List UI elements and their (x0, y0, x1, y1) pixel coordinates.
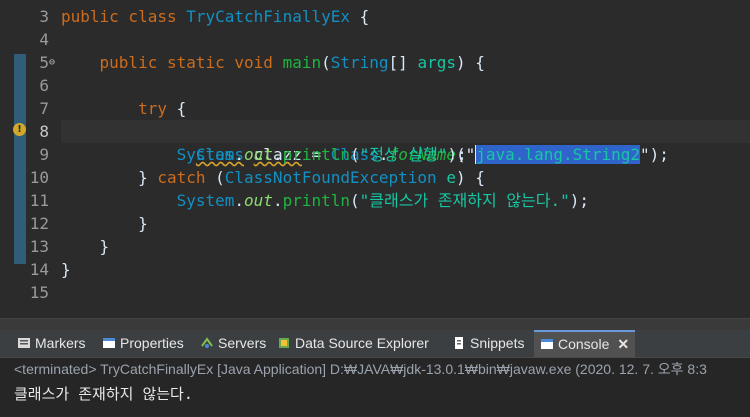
close-icon[interactable]: ✕ (617, 336, 629, 352)
tab-console[interactable]: Console ✕ (534, 330, 636, 357)
plain-token: . (234, 145, 245, 164)
plain-token: . (234, 191, 245, 210)
code-editor[interactable]: ! 3 4 5 6 7 8 9 10 11 12 13 14 15 ⊖ Class clazz = Cl… (0, 0, 750, 318)
plain-token: . (272, 145, 283, 164)
tab-properties[interactable]: Properties (102, 330, 184, 357)
kw-token: public static void (99, 53, 283, 72)
line-number: 8 (39, 122, 49, 141)
line-number: 12 (29, 214, 49, 233)
code-area[interactable]: Class clazz = Class.forName("java.lang.S… (61, 0, 750, 318)
plain-token: . (272, 191, 283, 210)
line-number: 6 (39, 76, 49, 95)
plain-token: ( (321, 53, 331, 72)
line-number: 13 (29, 237, 49, 256)
plain-token: } (61, 168, 158, 187)
code-line-12[interactable]: } (61, 212, 148, 235)
plain-token: ); (447, 145, 467, 164)
tab-label: Markers (35, 335, 86, 351)
ty-token: ClassNotFoundException (224, 168, 437, 187)
data-source-icon (277, 332, 291, 348)
code-line-5[interactable]: public static void main(String[] args) { (61, 51, 485, 74)
st-token: "정상 실행" (359, 145, 448, 164)
ty-token: System (176, 191, 235, 210)
tab-label: Servers (218, 335, 267, 351)
fold-collapse-icon[interactable]: ⊖ (49, 51, 55, 74)
properties-icon (102, 332, 116, 348)
fn-token: main (282, 53, 322, 72)
plain-token: } (61, 237, 110, 256)
plain-token: ( (205, 168, 225, 187)
console-view[interactable]: <terminated> TryCatchFinallyEx [Java App… (0, 358, 750, 417)
code-line-9[interactable]: System.out.println("정상 실행"); (61, 143, 467, 166)
code-line-14[interactable]: } (61, 258, 71, 281)
snippets-icon (452, 332, 466, 349)
console-status: <terminated> TryCatchFinallyEx [Java App… (14, 361, 707, 377)
tab-servers[interactable]: Servers (200, 330, 266, 357)
line-number: 3 (39, 7, 49, 26)
plain-token: ); (569, 191, 590, 210)
code-line-10[interactable]: } catch (ClassNotFoundException e) { (61, 166, 485, 189)
kw-token: try (138, 99, 167, 118)
string-close: "); (640, 145, 669, 164)
plain-token: ) { (455, 168, 485, 187)
code-line-3[interactable]: public class TryCatchFinallyEx { (61, 5, 369, 28)
line-number: 9 (39, 145, 49, 164)
tab-data-source-explorer[interactable]: Data Source Explorer (277, 330, 429, 357)
overview-ruler (0, 0, 13, 318)
line-number: 4 (39, 30, 49, 49)
ty-token: System (176, 145, 235, 164)
tab-markers[interactable]: Markers (17, 330, 86, 357)
plain-token: { (359, 7, 370, 26)
line-number: 7 (39, 99, 49, 118)
plain-token: [] (388, 53, 418, 72)
plain-token: ( (350, 191, 360, 210)
line-number: 15 (29, 283, 49, 302)
tab-label: Properties (120, 335, 184, 351)
code-line-8[interactable]: Class clazz = Class.forName("java.lang.S… (61, 120, 669, 164)
plain-token: ) { (455, 53, 485, 72)
st-token: args (417, 53, 456, 72)
selected-text[interactable]: java.lang.String2 (475, 145, 641, 164)
fn-token: println (282, 145, 351, 164)
st-token: "클래스가 존재하지 않는다." (359, 191, 570, 210)
line-number-gutter: 3 4 5 6 7 8 9 10 11 12 13 14 15 (13, 0, 59, 318)
plain-token: } (61, 214, 148, 233)
plain-token: { (166, 99, 187, 118)
console-icon (540, 334, 554, 349)
st-token: e (446, 168, 456, 187)
tab-label: Console (558, 336, 610, 352)
tab-snippets[interactable]: Snippets (452, 330, 524, 357)
line-number: 10 (29, 168, 49, 187)
code-line-11[interactable]: System.out.println("클래스가 존재하지 않는다."); (61, 189, 589, 212)
code-line-7[interactable]: try { (61, 97, 186, 120)
code-line-13[interactable]: } (61, 235, 110, 258)
fn-token: println (282, 191, 351, 210)
servers-icon (200, 332, 214, 348)
console-output: 클래스가 존재하지 않는다. (14, 385, 193, 403)
bottom-panel-tabs: Markers Properties Servers Data Source Expl… (0, 330, 750, 358)
ty-token: String (330, 53, 389, 72)
line-number: 11 (29, 191, 49, 210)
line-number: 14 (29, 260, 49, 279)
plain-token: ( (350, 145, 360, 164)
plain-token: } (61, 260, 71, 279)
field-token: out (244, 191, 273, 210)
ty-token: TryCatchFinallyEx (186, 7, 350, 26)
tab-label: Data Source Explorer (295, 335, 429, 351)
field-token: out (244, 145, 273, 164)
kw-token: public class (61, 7, 187, 26)
markers-icon (17, 332, 31, 348)
tab-label: Snippets (470, 335, 525, 351)
kw-token: catch (157, 168, 206, 187)
